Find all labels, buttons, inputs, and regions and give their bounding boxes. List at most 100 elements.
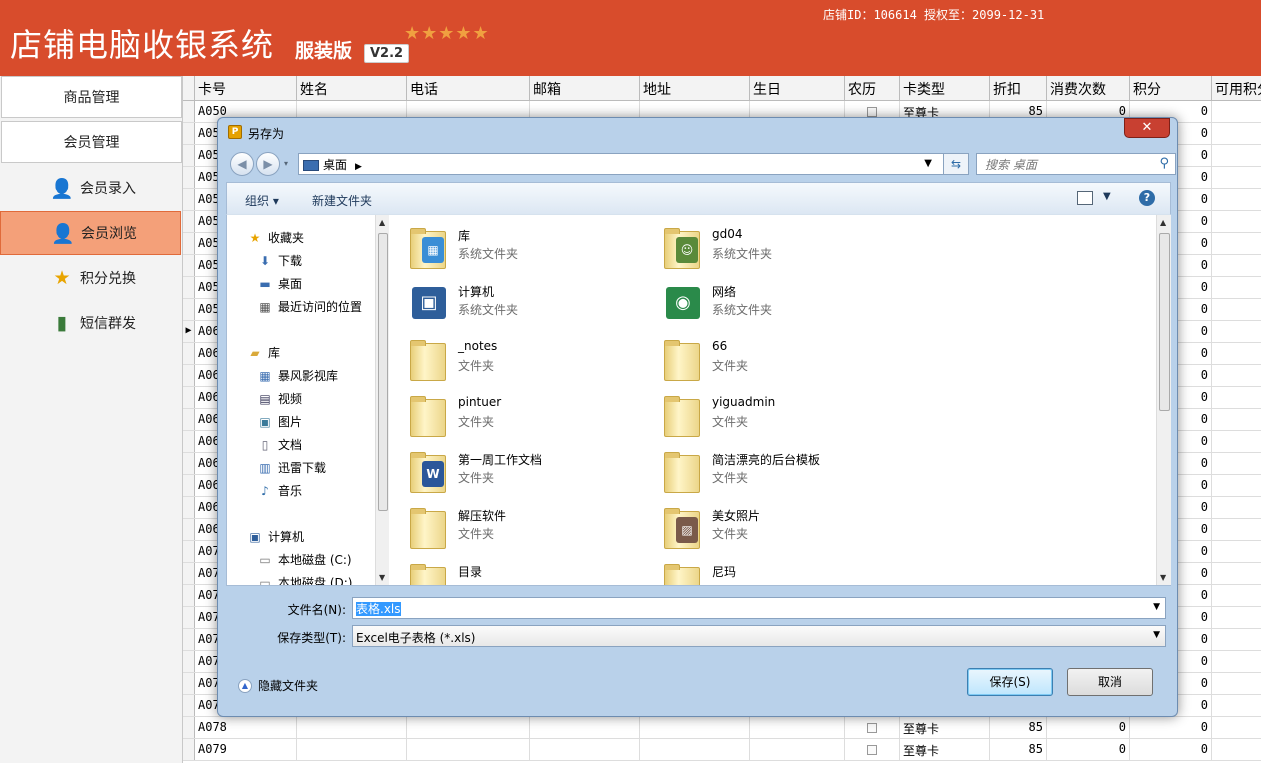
file-item[interactable]: ◉ 网络 系统文件夹 xyxy=(660,279,900,327)
row-header xyxy=(183,673,195,694)
column-header[interactable]: 消费次数 xyxy=(1047,76,1130,100)
sidebar-item-points-exchange[interactable]: ★ 积分兑换 xyxy=(0,256,181,300)
nav-recent[interactable]: ▦ 最近访问的位置 xyxy=(257,298,362,315)
file-item[interactable]: ▨ 美女照片 文件夹 xyxy=(660,503,900,551)
hide-folders-toggle[interactable]: ▲ 隐藏文件夹 xyxy=(238,677,318,694)
scroll-thumb[interactable] xyxy=(1159,233,1170,411)
table-row[interactable]: A079 至尊卡 85 0 0 xyxy=(183,739,1261,761)
sidebar-item-sms[interactable]: ▮ 短信群发 xyxy=(0,301,181,345)
scroll-thumb[interactable] xyxy=(378,233,388,511)
table-row[interactable]: A078 至尊卡 85 0 0 xyxy=(183,717,1261,739)
nav-xunlei[interactable]: ▥ 迅雷下载 xyxy=(257,459,326,476)
sidebar-item-member-add[interactable]: 👤 会员录入 xyxy=(0,166,181,210)
chevron-down-icon[interactable]: ▼ xyxy=(924,158,932,169)
file-name: 网络 xyxy=(712,285,737,299)
sidebar-item-member-management[interactable]: 会员管理 xyxy=(1,121,182,163)
nav-drive-c[interactable]: ▭ 本地磁盘 (C:) xyxy=(257,551,351,568)
file-item[interactable]: ☺ gd04 系统文件夹 xyxy=(660,223,900,271)
nav-baofeng[interactable]: ▦ 暴风影视库 xyxy=(257,367,338,384)
column-header[interactable]: 姓名 xyxy=(297,76,407,100)
row-header xyxy=(183,409,195,430)
nav-libraries[interactable]: ▰ 库 xyxy=(247,344,280,361)
available-points-cell xyxy=(1212,299,1261,320)
lunar-checkbox[interactable] xyxy=(845,717,900,738)
nav-desktop[interactable]: ▬ 桌面 xyxy=(257,275,302,292)
scroll-up-icon[interactable]: ▲ xyxy=(1160,218,1166,227)
filetype-select[interactable]: Excel电子表格 (*.xls) ▼ xyxy=(352,625,1166,647)
birthday-cell xyxy=(750,717,845,738)
checkbox-icon[interactable] xyxy=(867,745,877,755)
scroll-down-icon[interactable]: ▼ xyxy=(379,573,385,582)
close-button[interactable]: ✕ xyxy=(1124,118,1170,138)
column-header[interactable]: 电话 xyxy=(407,76,530,100)
chevron-down-icon[interactable]: ▼ xyxy=(1103,191,1111,202)
file-item[interactable]: 解压软件 文件夹 xyxy=(406,503,646,551)
back-button[interactable]: ◀ xyxy=(230,152,254,176)
checkbox-icon[interactable] xyxy=(867,107,877,117)
file-item[interactable]: W 第一周工作文档 文件夹 xyxy=(406,447,646,495)
file-item[interactable]: ▣ 计算机 系统文件夹 xyxy=(406,279,646,327)
checkbox-icon[interactable] xyxy=(867,723,877,733)
file-item[interactable]: _notes 文件夹 xyxy=(406,335,646,383)
nav-videos[interactable]: ▤ 视频 xyxy=(257,390,302,407)
nav-scrollbar[interactable]: ▲ ▼ xyxy=(375,215,389,585)
available-points-cell xyxy=(1212,167,1261,188)
nav-computer[interactable]: ▣ 计算机 xyxy=(247,528,304,545)
search-icon[interactable]: ⚲ xyxy=(1159,156,1169,171)
available-points-cell xyxy=(1212,695,1261,716)
sidebar-item-product-management[interactable]: 商品管理 xyxy=(1,76,182,118)
visits-cell: 0 xyxy=(1047,739,1130,760)
save-button[interactable]: 保存(S) xyxy=(967,668,1053,696)
new-folder-button[interactable]: 新建文件夹 xyxy=(312,192,372,209)
column-header[interactable]: 生日 xyxy=(750,76,845,100)
available-points-cell xyxy=(1212,475,1261,496)
file-item[interactable]: pintuer 文件夹 xyxy=(406,391,646,439)
file-item[interactable]: ▦ 库系统文件夹 xyxy=(406,223,646,271)
navigation-pane: ★ 收藏夹 ⬇ 下载 ▬ 桌面 ▦ 最近访问的位置 ▰ 库 ▦ 暴风影视库 ▤ 视频 ▣ 图片 … xyxy=(227,215,375,585)
row-header xyxy=(183,189,195,210)
column-header[interactable]: 地址 xyxy=(640,76,750,100)
chevron-right-icon[interactable]: ▶ xyxy=(355,162,362,172)
scroll-up-icon[interactable]: ▲ xyxy=(379,218,385,227)
nav-downloads[interactable]: ⬇ 下载 xyxy=(257,252,302,269)
refresh-button[interactable]: ⇆ xyxy=(943,153,969,175)
view-options-icon[interactable] xyxy=(1077,191,1093,205)
column-header[interactable]: 卡号 xyxy=(195,76,297,100)
file-item[interactable]: yiguadmin 文件夹 xyxy=(660,391,900,439)
column-header[interactable]: 邮箱 xyxy=(530,76,640,100)
file-item[interactable]: 尼玛 xyxy=(660,559,900,585)
nav-drive-d[interactable]: ▭ 本地磁盘 (D:) xyxy=(257,574,352,586)
row-header xyxy=(183,519,195,540)
file-item[interactable]: 66 文件夹 xyxy=(660,335,900,383)
email-cell xyxy=(530,717,640,738)
search-input[interactable]: 搜索 桌面 ⚲ xyxy=(976,153,1176,175)
column-header[interactable]: 可用积分 xyxy=(1212,76,1261,100)
column-header[interactable]: 农历 xyxy=(845,76,900,100)
available-points-cell xyxy=(1212,233,1261,254)
cancel-button[interactable]: 取消 xyxy=(1067,668,1153,696)
organize-button[interactable]: 组织 ▾ xyxy=(245,192,279,209)
file-item[interactable]: 简洁漂亮的后台模板 文件夹 xyxy=(660,447,900,495)
chevron-down-icon[interactable]: ▼ xyxy=(1153,630,1160,640)
nav-favorites[interactable]: ★ 收藏夹 xyxy=(247,229,304,246)
sidebar-item-member-browse[interactable]: 👤 会员浏览 xyxy=(0,211,181,255)
lunar-checkbox[interactable] xyxy=(845,739,900,760)
column-header[interactable]: 积分 xyxy=(1130,76,1212,100)
file-item[interactable]: 目录 xyxy=(406,559,646,585)
history-dropdown-icon[interactable]: ▾ xyxy=(284,159,288,168)
column-header[interactable]: 折扣 xyxy=(990,76,1047,100)
forward-button[interactable]: ▶ xyxy=(256,152,280,176)
available-points-cell xyxy=(1212,607,1261,628)
drive-icon: ▭ xyxy=(259,552,271,567)
nav-music[interactable]: ♪ 音乐 xyxy=(257,482,302,499)
filename-input[interactable]: 表格.xls ▼ xyxy=(352,597,1166,619)
help-icon[interactable]: ? xyxy=(1139,190,1155,206)
dialog-titlebar[interactable]: P 另存为 ✕ xyxy=(218,118,1177,146)
chevron-down-icon[interactable]: ▼ xyxy=(1153,602,1160,612)
scroll-down-icon[interactable]: ▼ xyxy=(1160,573,1166,582)
nav-pictures[interactable]: ▣ 图片 xyxy=(257,413,302,430)
address-field[interactable]: 桌面 ▶ ▼ xyxy=(298,153,961,175)
column-header[interactable]: 卡类型 xyxy=(900,76,990,100)
file-scrollbar[interactable]: ▲ ▼ xyxy=(1156,215,1171,585)
nav-documents[interactable]: ▯ 文档 xyxy=(257,436,302,453)
